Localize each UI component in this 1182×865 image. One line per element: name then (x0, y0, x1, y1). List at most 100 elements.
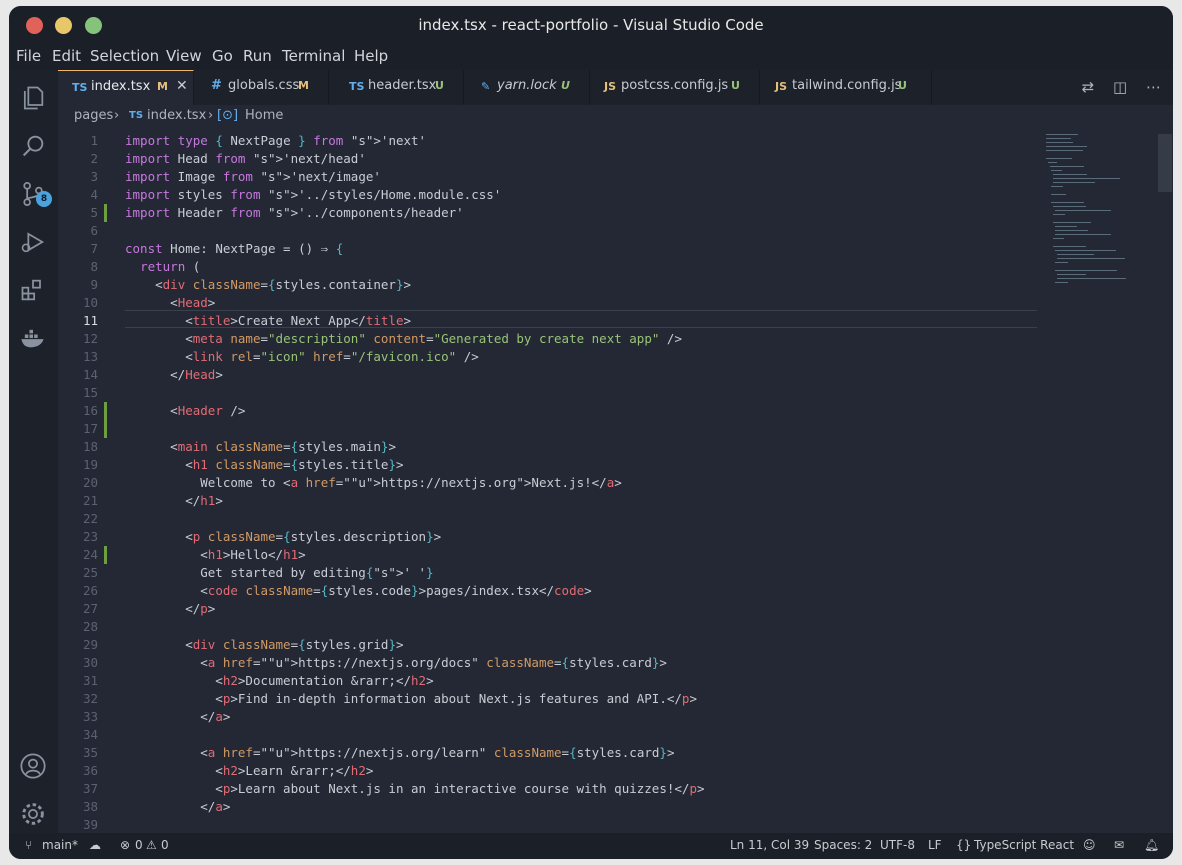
code-line[interactable]: 23 <p className={styles.description}> (58, 528, 1058, 546)
tab-postcss-config[interactable]: JS postcss.config.js U (590, 70, 760, 105)
warning-count[interactable]: 0 (161, 838, 169, 852)
menu-edit[interactable]: Edit (52, 47, 81, 65)
code-line[interactable]: 39 (58, 816, 1058, 833)
code-line[interactable]: 30 <a href=""u">https://nextjs.org/docs"… (58, 654, 1058, 672)
code-line[interactable]: 22 (58, 510, 1058, 528)
tab-header-tsx[interactable]: TS header.tsx U (329, 70, 464, 105)
code-line[interactable]: 17 (58, 420, 1058, 438)
code-line[interactable]: 28 (58, 618, 1058, 636)
code-line[interactable]: 26 <code className={styles.code}>pages/i… (58, 582, 1058, 600)
code-line[interactable]: 15 (58, 384, 1058, 402)
account-icon[interactable] (19, 752, 47, 780)
close-tab-icon[interactable]: ✕ (176, 78, 188, 94)
tab-index-tsx[interactable]: TS index.tsx M ✕ (58, 70, 194, 105)
extensions-icon[interactable] (19, 276, 47, 304)
minimap[interactable] (1036, 127, 1156, 327)
line-number: 22 (82, 511, 98, 526)
code-line[interactable]: 14 </Head> (58, 366, 1058, 384)
line-code: <p>Find in-depth information about Next.… (125, 691, 697, 706)
run-debug-icon[interactable] (19, 228, 47, 256)
minimap-line (1051, 202, 1084, 203)
git-branch[interactable]: main* (42, 838, 78, 852)
git-modified-marker (104, 402, 107, 420)
code-line[interactable]: 1 import type { NextPage } from "s">'next… (58, 132, 1058, 150)
sync-icon[interactable]: ☁ (89, 838, 101, 852)
breadcrumb-file[interactable]: index.tsx (147, 108, 206, 123)
language-mode[interactable]: TypeScript React (974, 838, 1074, 852)
menu-file[interactable]: File (16, 47, 41, 65)
error-count[interactable]: 0 (135, 838, 143, 852)
encoding[interactable]: UTF-8 (880, 838, 915, 852)
copilot-icon[interactable]: ☺ (1083, 838, 1096, 852)
breadcrumb-symbol[interactable]: Home (245, 108, 283, 123)
code-line[interactable]: 20 Welcome to <a href=""u">https://nextj… (58, 474, 1058, 492)
menu-terminal[interactable]: Terminal (282, 47, 345, 65)
code-line[interactable]: 4 import styles from "s">'../styles/Home.… (58, 186, 1058, 204)
line-code: <Header /> (125, 403, 246, 418)
editor-actions: ⇄ ◫ ⋯ (1082, 78, 1161, 96)
code-line[interactable]: 8 return ( (58, 258, 1058, 276)
code-line[interactable]: 16 <Header /> (58, 402, 1058, 420)
menu-go[interactable]: Go (212, 47, 233, 65)
code-line[interactable]: 33 </a> (58, 708, 1058, 726)
search-icon[interactable] (19, 132, 47, 160)
line-ending[interactable]: LF (928, 838, 942, 852)
code-line[interactable]: 2 import Head from "s">'next/head' (58, 150, 1058, 168)
tab-globals-css[interactable]: # globals.css M (194, 70, 329, 105)
code-line[interactable]: 3 import Image from "s">'next/image' (58, 168, 1058, 186)
line-number: 23 (82, 529, 98, 544)
more-actions-icon[interactable]: ⋯ (1146, 78, 1161, 96)
line-code: import Image from "s">'next/image' (125, 169, 381, 184)
tab-status: U (561, 79, 570, 92)
code-line[interactable]: 34 (58, 726, 1058, 744)
code-line[interactable]: 10 <Head> (58, 294, 1058, 312)
notifications-bell-icon[interactable]: 🔔︎ (1144, 838, 1159, 852)
feedback-icon[interactable]: ✉ (1114, 838, 1124, 852)
menu-selection[interactable]: Selection (90, 47, 159, 65)
code-line[interactable]: 35 <a href=""u">https://nextjs.org/learn… (58, 744, 1058, 762)
settings-gear-icon[interactable] (19, 800, 47, 828)
menu-help[interactable]: Help (354, 47, 388, 65)
menu-bar: File Edit Selection View Go Run Terminal… (9, 44, 1173, 70)
code-editor[interactable]: 1 import type { NextPage } from "s">'next… (58, 127, 1173, 833)
indentation[interactable]: Spaces: 2 (814, 838, 872, 852)
code-line[interactable]: 31 <h2>Documentation &rarr;</h2> (58, 672, 1058, 690)
explorer-icon[interactable] (19, 84, 47, 112)
scrollbar-thumb[interactable] (1158, 134, 1172, 192)
menu-run[interactable]: Run (243, 47, 272, 65)
code-line[interactable]: 38 </a> (58, 798, 1058, 816)
open-changes-icon[interactable]: ⇄ (1082, 78, 1095, 96)
code-line[interactable]: 19 <h1 className={styles.title}> (58, 456, 1058, 474)
code-line[interactable]: 21 </h1> (58, 492, 1058, 510)
breadcrumb: pages › TS index.tsx › [⊙] Home (58, 105, 1173, 127)
code-line[interactable]: 12 <meta name="description" content="Gen… (58, 330, 1058, 348)
code-line[interactable]: 36 <h2>Learn &rarr;</h2> (58, 762, 1058, 780)
code-line[interactable]: 25 Get started by editing{"s">' '} (58, 564, 1058, 582)
code-line[interactable]: 27 </p> (58, 600, 1058, 618)
split-editor-icon[interactable]: ◫ (1113, 78, 1127, 96)
code-line[interactable]: 6 (58, 222, 1058, 240)
docker-icon[interactable] (19, 324, 47, 352)
breadcrumb-folder[interactable]: pages (74, 108, 113, 123)
code-line[interactable]: 9 <div className={styles.container}> (58, 276, 1058, 294)
code-line[interactable]: 18 <main className={styles.main}> (58, 438, 1058, 456)
code-line[interactable]: 11 <title>Create Next App</title> (58, 312, 1058, 330)
line-number: 37 (82, 781, 98, 796)
code-line[interactable]: 13 <link rel="icon" href="/favicon.ico" … (58, 348, 1058, 366)
line-code: </a> (125, 799, 231, 814)
code-line[interactable]: 24 <h1>Hello</h1> (58, 546, 1058, 564)
code-line[interactable]: 29 <div className={styles.grid}> (58, 636, 1058, 654)
minimap-line (1046, 138, 1072, 139)
tab-yarn-lock[interactable]: ✎ yarn.lock U (464, 70, 590, 105)
code-line[interactable]: 5 import Header from "s">'../components/h… (58, 204, 1058, 222)
cursor-position[interactable]: Ln 11, Col 39 (730, 838, 809, 852)
line-code: <h1>Hello</h1> (125, 547, 306, 562)
code-line[interactable]: 32 <p>Find in-depth information about Ne… (58, 690, 1058, 708)
tab-tailwind-config[interactable]: JS tailwind.config.js U (760, 70, 932, 105)
line-number: 32 (82, 691, 98, 706)
code-line[interactable]: 37 <p>Learn about Next.js in an interact… (58, 780, 1058, 798)
line-code: <Head> (125, 295, 216, 310)
menu-view[interactable]: View (166, 47, 202, 65)
code-line[interactable]: 7 const Home: NextPage = () ⇒ { (58, 240, 1058, 258)
minimap-line (1051, 186, 1064, 187)
